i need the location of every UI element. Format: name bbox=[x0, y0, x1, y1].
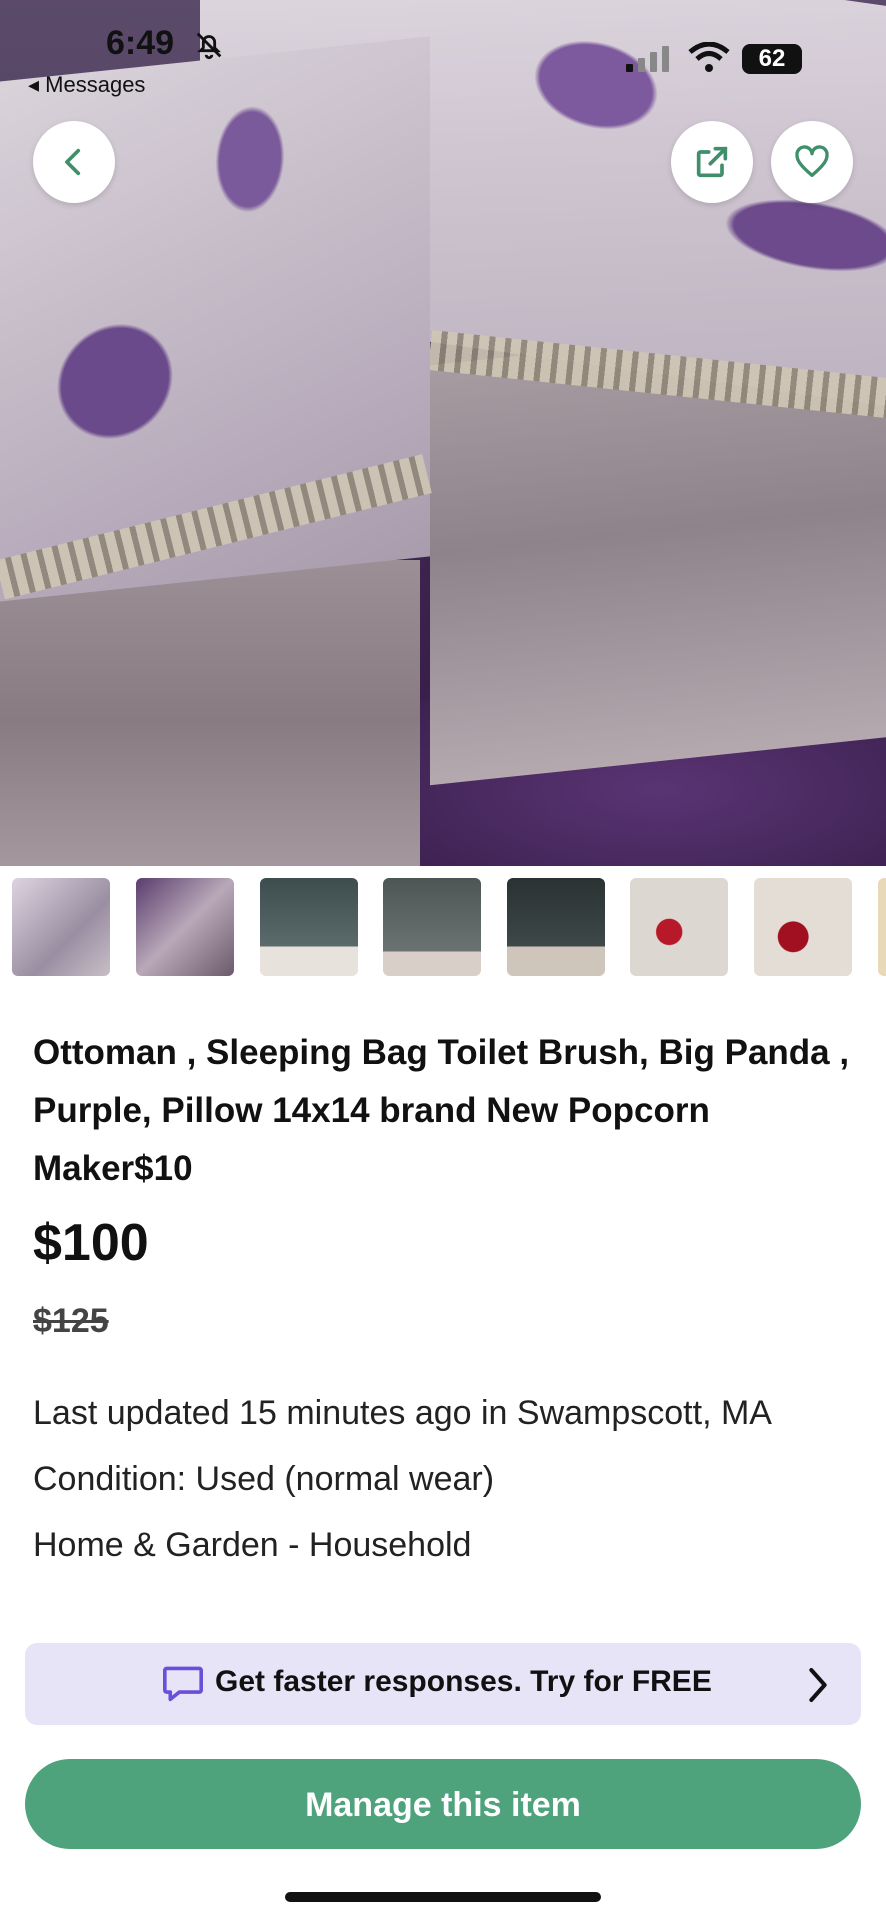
back-to-messages-link[interactable]: ◂ Messages bbox=[28, 72, 145, 98]
thumbnail-8[interactable] bbox=[878, 878, 886, 976]
share-icon bbox=[696, 146, 728, 178]
thumbnail-2[interactable] bbox=[136, 878, 234, 976]
thumbnail-3[interactable] bbox=[260, 878, 358, 976]
chevron-right-icon bbox=[809, 1668, 827, 1702]
condition-text: Condition: Used (normal wear) bbox=[33, 1460, 495, 1498]
thumbnail-1[interactable] bbox=[12, 878, 110, 976]
manage-item-button[interactable]: Manage this item bbox=[25, 1759, 861, 1849]
battery-indicator: 62 bbox=[742, 44, 802, 74]
favorite-button[interactable] bbox=[771, 121, 853, 203]
chat-bubble-icon bbox=[163, 1666, 203, 1702]
thumbnail-strip[interactable] bbox=[12, 878, 886, 978]
thumbnail-7[interactable] bbox=[754, 878, 852, 976]
status-bar: 6:49 ◂ Messages 62 bbox=[0, 0, 886, 100]
last-updated-text: Last updated 15 minutes ago in Swampscot… bbox=[33, 1394, 772, 1432]
promo-text: Get faster responses. Try for FREE bbox=[215, 1665, 712, 1698]
status-time: 6:49 bbox=[106, 24, 175, 62]
thumbnail-6[interactable] bbox=[630, 878, 728, 976]
thumbnail-5[interactable] bbox=[507, 878, 605, 976]
chevron-left-icon bbox=[65, 148, 81, 176]
signal-icon bbox=[626, 46, 669, 72]
share-button[interactable] bbox=[671, 121, 753, 203]
original-price: $125 bbox=[33, 1302, 109, 1340]
listing-photo[interactable] bbox=[0, 0, 886, 866]
home-indicator[interactable] bbox=[285, 1892, 601, 1902]
listing-price: $100 bbox=[33, 1214, 149, 1272]
wifi-icon bbox=[688, 42, 730, 72]
listing-title: Ottoman , Sleeping Bag Toilet Brush, Big… bbox=[33, 1033, 850, 1188]
heart-icon bbox=[795, 145, 829, 177]
back-button[interactable] bbox=[33, 121, 115, 203]
category-text: Home & Garden - Household bbox=[33, 1526, 472, 1564]
bell-muted-icon bbox=[196, 32, 222, 60]
thumbnail-4[interactable] bbox=[383, 878, 481, 976]
ottoman-left-side bbox=[0, 560, 420, 866]
faster-responses-banner[interactable]: Get faster responses. Try for FREE bbox=[25, 1643, 861, 1725]
